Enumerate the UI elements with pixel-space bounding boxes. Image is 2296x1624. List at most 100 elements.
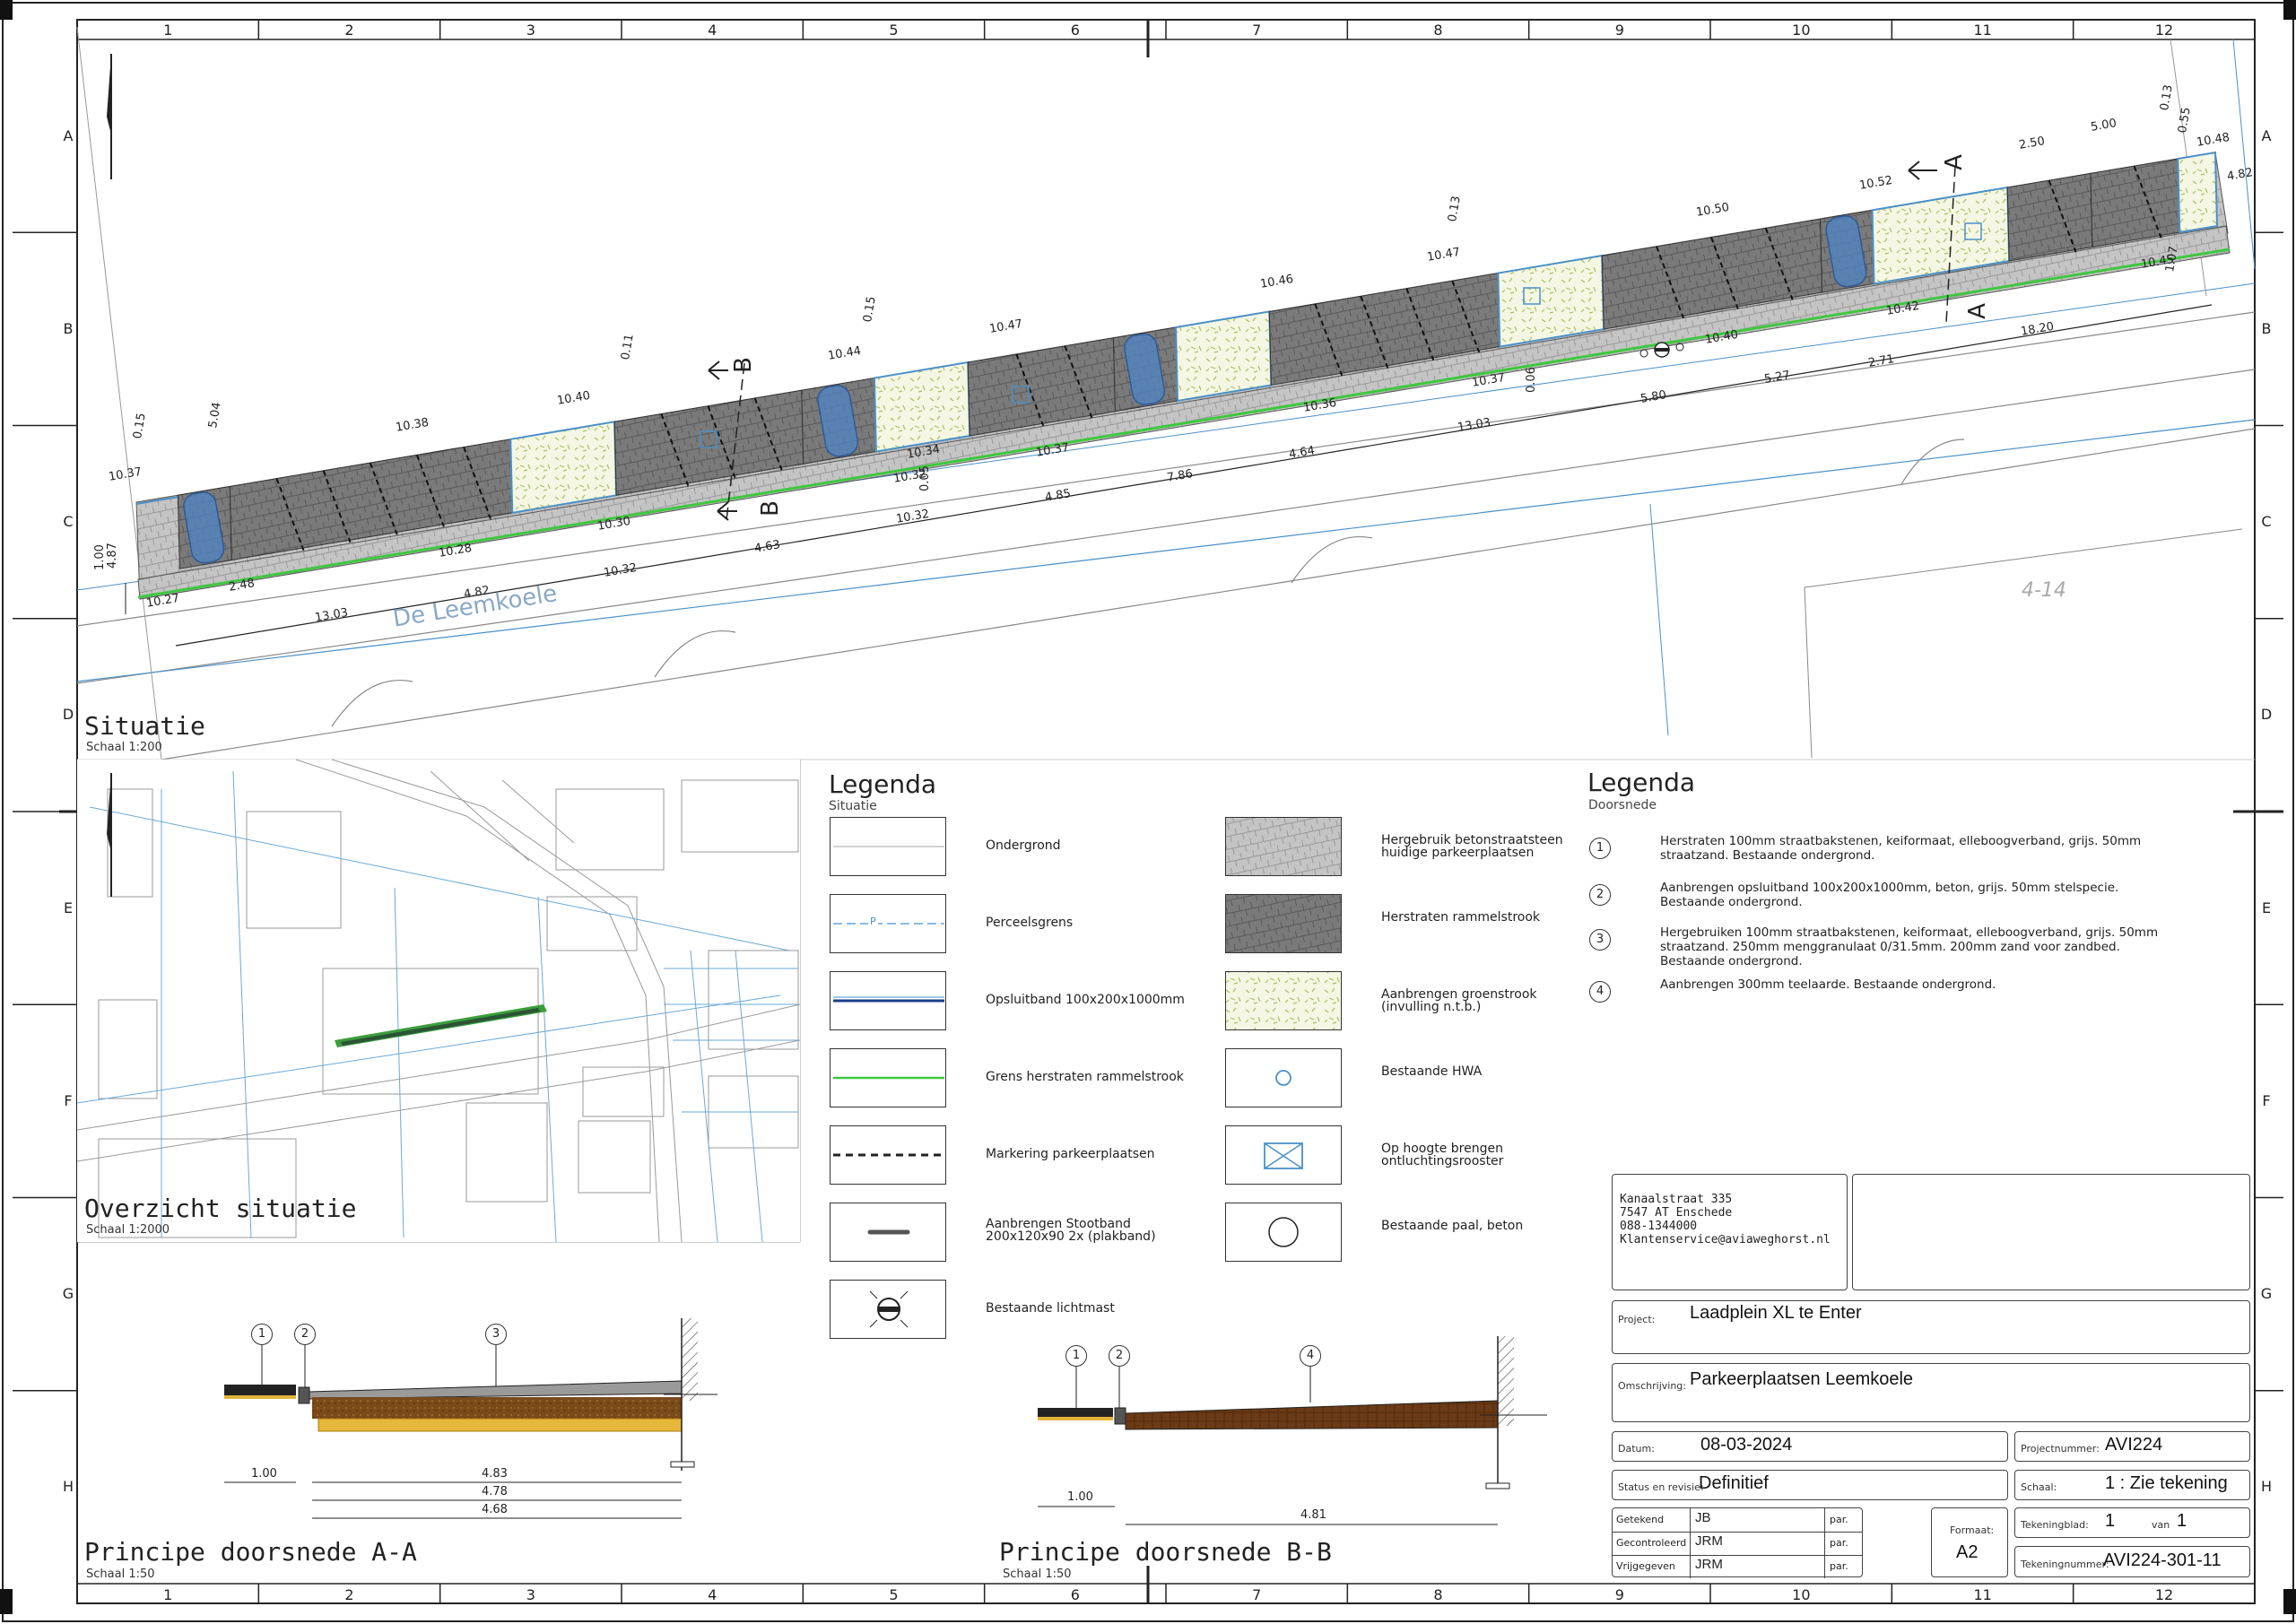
section-callout: 1	[251, 1324, 273, 1345]
perceel-marker: P	[868, 916, 878, 927]
grid-row-label-left: C	[63, 513, 74, 531]
legend-number-circle: 4	[1589, 981, 1611, 1003]
schaal-value: 1 : Zie tekening	[2105, 1473, 2228, 1493]
situatie-title: Situatie	[84, 711, 205, 741]
legend-item-label: Bestaande lichtmast	[986, 1301, 1115, 1316]
section-b-label-top: B	[729, 357, 757, 373]
grid-row-label-left: F	[64, 1091, 73, 1109]
legend-item-label: Aanbrengen Stootband 200x120x90 2x (plak…	[986, 1217, 1156, 1244]
role-name: JRM	[1695, 1557, 1723, 1572]
formaat-box: Formaat: A2	[1931, 1507, 2008, 1577]
section-b-label-bottom: B	[756, 500, 784, 517]
grid-col-label-top: 1	[163, 22, 173, 39]
parking-bay	[2006, 172, 2093, 262]
legend-item-label: Grens herstraten rammelstrook	[986, 1070, 1184, 1084]
status-label: Status en revisie:	[1618, 1481, 1704, 1493]
grid-col-label-bottom: 6	[1070, 1586, 1080, 1603]
grid-col-label-top: 3	[526, 22, 535, 39]
dimension-label: 1.00	[93, 544, 107, 570]
tekeningblad-label: Tekeningblad:	[2021, 1519, 2089, 1531]
van-value: 1	[2177, 1511, 2187, 1531]
grid-row-label-left: D	[62, 706, 74, 724]
grid-row-label-right: F	[2262, 1091, 2271, 1109]
legend-number-circle: 2	[1589, 884, 1611, 906]
status-value: Definitief	[1699, 1473, 1769, 1493]
situatie-plan	[76, 26, 2256, 760]
section-dimension-label: 1.00	[1067, 1490, 1093, 1504]
grid-col-label-top: 9	[1614, 22, 1624, 39]
grid-col-label-bottom: 3	[526, 1586, 535, 1603]
grid-row-label-right: C	[2261, 513, 2272, 531]
grid-col-label-top: 10	[1792, 22, 1811, 39]
roles-box: Getekend JB par. Gecontroleerd JRM par. Vrijge…	[1612, 1507, 1863, 1578]
section-callout: 2	[1109, 1345, 1130, 1367]
datum-label: Datum:	[1618, 1443, 1655, 1455]
legend-item-label: Markering parkeerplaatsen	[986, 1147, 1155, 1161]
projectnummer-box: Projectnummer: AVI224	[2014, 1431, 2250, 1462]
grid-col-label-top: 7	[1252, 22, 1262, 39]
grid-row-label-right: E	[2261, 899, 2272, 916]
situatie-scale: Schaal 1:200	[86, 741, 162, 754]
legend-item-label: Op hoogte brengen ontluchtingsrooster	[1381, 1142, 1504, 1168]
tekeningnummer-label: Tekeningnummer:	[2021, 1559, 2109, 1570]
grid-col-label-bottom: 2	[344, 1586, 354, 1603]
section-callout: 4	[1300, 1345, 1321, 1367]
dimension-label: 0.06	[1525, 367, 1538, 393]
dimension-label: 4.87	[106, 543, 119, 569]
grid-col-label-top: 2	[344, 22, 354, 39]
legend-item-label: Bestaande HWA	[1381, 1064, 1483, 1079]
legend-symbol-box	[830, 1203, 946, 1262]
grid-col-label-top: 5	[889, 22, 899, 39]
legend-symbol-box	[1225, 1203, 1342, 1262]
legend-symbol-box	[830, 894, 946, 953]
role-par: par.	[1830, 1514, 1848, 1525]
legend-item-label: Aanbrengen groenstrook (invulling n.t.b.…	[1381, 987, 1537, 1014]
legend-item-label: Ondergrond	[986, 838, 1061, 853]
role-name: JRM	[1695, 1533, 1723, 1549]
plot-ref: 4-14	[2022, 579, 2066, 602]
address-line: Klantenservice@aviaweghorst.nl	[1620, 1233, 1831, 1246]
role-par: par.	[1830, 1560, 1848, 1572]
project-box: Project: Laadplein XL te Enter	[1612, 1300, 2250, 1354]
section-callout: 1	[1065, 1345, 1087, 1367]
overzicht-scale: Schaal 1:2000	[86, 1223, 170, 1237]
van-label: van	[2152, 1519, 2170, 1531]
tekeningblad-box: Tekeningblad: 1 van 1	[2014, 1507, 2250, 1538]
tekeningblad-value: 1	[2105, 1511, 2116, 1531]
datum-value: 08-03-2024	[1700, 1435, 1793, 1455]
grid-col-label-top: 8	[1433, 22, 1443, 39]
grid-row-label-left: H	[62, 1478, 74, 1496]
project-value: Laadplein XL te Enter	[1690, 1303, 1862, 1323]
omschrijving-value: Parkeerplaatsen Leemkoele	[1690, 1369, 1914, 1389]
dimension-label: 0.05	[918, 465, 932, 491]
grid-col-label-bottom: 8	[1433, 1586, 1443, 1603]
datum-box: Datum: 08-03-2024	[1612, 1431, 2008, 1462]
omschrijving-box: Omschrijving: Parkeerplaatsen Leemkoele	[1612, 1363, 2250, 1422]
role-par: par.	[1830, 1537, 1848, 1549]
divider	[1824, 1508, 1825, 1578]
section-a-label-bottom: A	[1963, 303, 1991, 319]
schaal-label: Schaal:	[2021, 1481, 2057, 1493]
section-aa-title: Principe doorsnede A-A	[84, 1537, 417, 1567]
grid-row-label-right: G	[2260, 1285, 2273, 1303]
legend-symbol-box	[830, 1048, 946, 1107]
overzicht-title: Overzicht situatie	[84, 1194, 357, 1223]
section-bb-title: Principe doorsnede B-B	[999, 1537, 1332, 1567]
grid-col-label-top: 4	[708, 22, 718, 39]
drawing-sheet: AVIA VOLT Situatie Schaal 1:200 De Leemk…	[0, 0, 2296, 1624]
section-aa-scale: Schaal 1:50	[86, 1568, 155, 1581]
grid-col-label-top: 6	[1070, 22, 1080, 39]
role-label: Getekend	[1616, 1514, 1665, 1525]
address-line: Kanaalstraat 335	[1620, 1193, 1733, 1206]
legend-doorsnede-title: Legenda	[1587, 768, 1696, 797]
legend-doorsnede-text: Aanbrengen 300mm teelaarde. Bestaande on…	[1660, 977, 1996, 992]
section-dimension-label: 4.83	[482, 1467, 508, 1481]
parking-bay	[2177, 151, 2219, 234]
role-label: Vrijgegeven	[1616, 1560, 1675, 1572]
legend-symbol-box	[1225, 1048, 1342, 1107]
section-dimension-label: 4.78	[482, 1485, 508, 1498]
omschrijving-label: Omschrijving:	[1618, 1380, 1686, 1392]
legend-situatie-title: Legenda	[829, 769, 937, 799]
grid-row-label-right: B	[2261, 319, 2272, 337]
legend-doorsnede-text: Herstraten 100mm straatbakstenen, keifor…	[1660, 834, 2142, 863]
